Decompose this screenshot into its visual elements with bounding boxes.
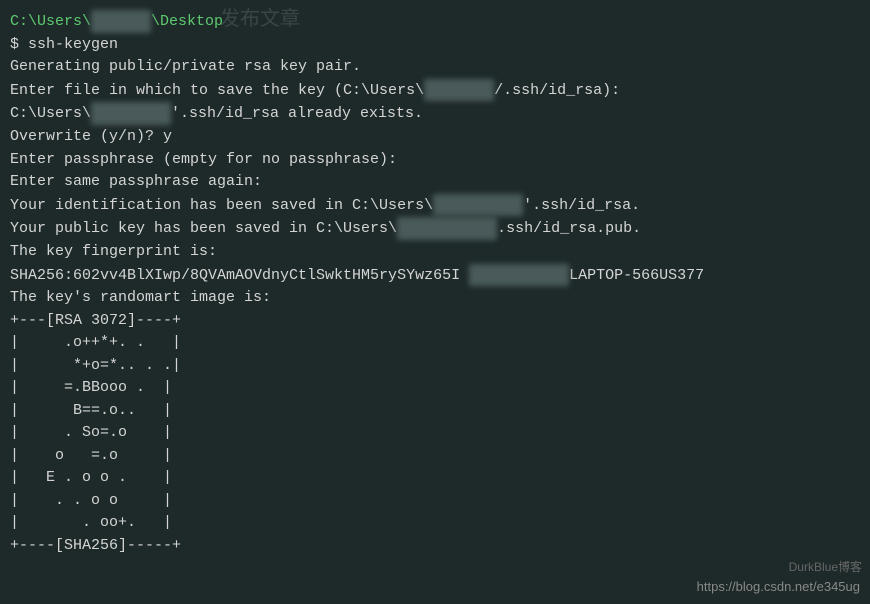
output-overwrite: Overwrite (y/n)? y [10, 126, 860, 149]
output-id-saved: Your identification has been saved in C:… [10, 194, 860, 218]
background-header-ghost: 发布文章 [220, 4, 300, 34]
pub-saved-prefix: Your public key has been saved in C:\Use… [10, 221, 397, 238]
output-passphrase: Enter passphrase (empty for no passphras… [10, 149, 860, 172]
output-enter-file: Enter file in which to save the key (C:\… [10, 79, 860, 103]
id-saved-prefix: Your identification has been saved in C:… [10, 197, 433, 214]
randomart-line: | E . o o . | [10, 467, 860, 490]
watermark-url: https://blog.csdn.net/e345ug [697, 577, 860, 597]
output-pub-saved: Your public key has been saved in C:\Use… [10, 217, 860, 241]
watermark-corner: DurkBlue博客 [789, 558, 862, 576]
command-text: ssh-keygen [28, 36, 118, 53]
randomart-line: | .o++*+. . | [10, 332, 860, 355]
redacted-user: xxxxx [433, 194, 523, 217]
fingerprint-prefix: SHA256:602vv4BlXIwp/8QVAmAOVdnyCtlSwktHM… [10, 267, 469, 284]
redacted-user: xxxxx [424, 79, 494, 102]
randomart-line: | =.BBooo . | [10, 377, 860, 400]
enter-file-prefix: Enter file in which to save the key (C:\… [10, 82, 424, 99]
randomart-line: | . oo+. | [10, 512, 860, 535]
id-saved-suffix: '.ssh/id_rsa. [523, 197, 640, 214]
redacted-host: xxxxx [469, 264, 569, 287]
output-passphrase-again: Enter same passphrase again: [10, 171, 860, 194]
output-fingerprint: SHA256:602vv4BlXIwp/8QVAmAOVdnyCtlSwktHM… [10, 264, 860, 288]
cwd-line: C:\Users\xxxxx\Desktop [10, 10, 860, 34]
pub-saved-suffix: .ssh/id_rsa.pub. [497, 221, 641, 238]
exists-prefix: C:\Users\ [10, 106, 91, 123]
command-line: $ ssh-keygen [10, 34, 860, 57]
enter-file-suffix: /.ssh/id_rsa): [494, 82, 620, 99]
output-fingerprint-label: The key fingerprint is: [10, 241, 860, 264]
prompt-symbol: $ [10, 36, 28, 53]
randomart-line: | *+o=*.. . .| [10, 355, 860, 378]
randomart-line: | . So=.o | [10, 422, 860, 445]
redacted-user: xxxxx [91, 10, 151, 33]
fingerprint-suffix: LAPTOP-566US377 [569, 267, 704, 284]
output-randomart-label: The key's randomart image is: [10, 287, 860, 310]
exists-suffix: '.ssh/id_rsa already exists. [171, 106, 423, 123]
cwd-suffix: \Desktop [151, 13, 223, 30]
randomart-line: | B==.o.. | [10, 400, 860, 423]
redacted-user: xxxxx [91, 102, 171, 125]
randomart-line: | . . o o | [10, 490, 860, 513]
randomart-bottom: +----[SHA256]-----+ [10, 535, 860, 558]
cwd-prefix: C:\Users\ [10, 13, 91, 30]
randomart-top: +---[RSA 3072]----+ [10, 310, 860, 333]
redacted-user: xxxxx [397, 217, 497, 240]
output-exists: C:\Users\xxxxx'.ssh/id_rsa already exist… [10, 102, 860, 126]
output-generating: Generating public/private rsa key pair. [10, 56, 860, 79]
terminal-output: C:\Users\xxxxx\Desktop $ ssh-keygen Gene… [10, 10, 860, 557]
randomart-line: | o =.o | [10, 445, 860, 468]
